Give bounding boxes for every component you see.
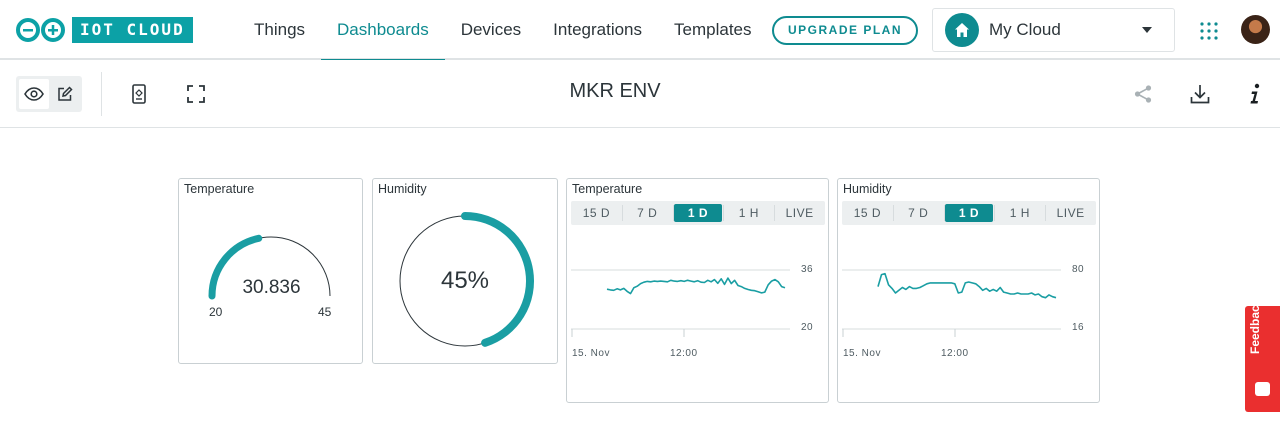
- humidity-percentage-widget[interactable]: Humidity 45%: [372, 178, 558, 364]
- upgrade-plan-button[interactable]: UPGRADE PLAN: [772, 16, 918, 45]
- main-nav: Things Dashboards Devices Integrations T…: [238, 0, 768, 62]
- user-avatar[interactable]: [1241, 15, 1270, 44]
- apps-grid-icon[interactable]: [1199, 21, 1219, 41]
- x-tick-label: 15. Nov: [843, 348, 881, 359]
- y-tick-label: 80: [1072, 264, 1085, 275]
- temperature-gauge: [208, 234, 331, 300]
- dashboard-toolbar: MKR ENV: [0, 60, 1280, 128]
- info-button[interactable]: [1244, 83, 1266, 105]
- nav-dashboards[interactable]: Dashboards: [321, 0, 445, 62]
- series-line: [877, 272, 1057, 299]
- y-tick-label: 20: [801, 322, 814, 333]
- chevron-down-icon: [1142, 27, 1152, 33]
- humidity-line-chart: [842, 269, 1061, 337]
- temperature-gauge-widget[interactable]: Temperature 30.836 20 45: [178, 178, 363, 364]
- info-icon: [1250, 83, 1260, 104]
- x-tick-label: 12:00: [670, 348, 698, 359]
- nav-things[interactable]: Things: [238, 0, 321, 60]
- humidity-value: 45%: [440, 267, 490, 294]
- temperature-line-chart: [571, 269, 790, 337]
- nav-templates[interactable]: Templates: [658, 0, 767, 60]
- download-icon: [1190, 85, 1210, 104]
- home-icon: [945, 13, 979, 47]
- humidity-chart-widget[interactable]: Humidity 15 D 7 D 1 D 1 H LIVE 80 16 15.…: [837, 178, 1100, 403]
- x-tick-label: 15. Nov: [572, 348, 610, 359]
- gauge-value: 30.836: [242, 277, 301, 298]
- temperature-chart-widget[interactable]: Temperature 15 D 7 D 1 D 1 H LIVE 36 20 …: [566, 178, 829, 403]
- logo-text: IOT CLOUD: [72, 17, 193, 43]
- share-icon: [1134, 85, 1152, 103]
- share-button[interactable]: [1132, 83, 1154, 105]
- dashboard-title: MKR ENV: [569, 80, 661, 102]
- gauge-max-label: 45: [318, 305, 332, 319]
- feedback-icon: [1255, 382, 1270, 396]
- arduino-infinity-icon: [14, 17, 68, 43]
- nav-integrations[interactable]: Integrations: [537, 0, 658, 60]
- y-tick-label: 16: [1072, 322, 1085, 333]
- space-selector[interactable]: My Cloud: [932, 8, 1175, 52]
- series-line: [606, 277, 786, 295]
- top-navigation-bar: IOT CLOUD Things Dashboards Devices Inte…: [0, 0, 1280, 62]
- feedback-button[interactable]: Feedback: [1245, 299, 1280, 412]
- space-name: My Cloud: [989, 20, 1061, 39]
- download-button[interactable]: [1189, 83, 1211, 105]
- arduino-iot-cloud-logo[interactable]: IOT CLOUD: [14, 17, 193, 43]
- y-tick-label: 36: [801, 264, 814, 275]
- nav-devices[interactable]: Devices: [445, 0, 537, 60]
- x-tick-label: 12:00: [941, 348, 969, 359]
- gauge-min-label: 20: [209, 305, 223, 319]
